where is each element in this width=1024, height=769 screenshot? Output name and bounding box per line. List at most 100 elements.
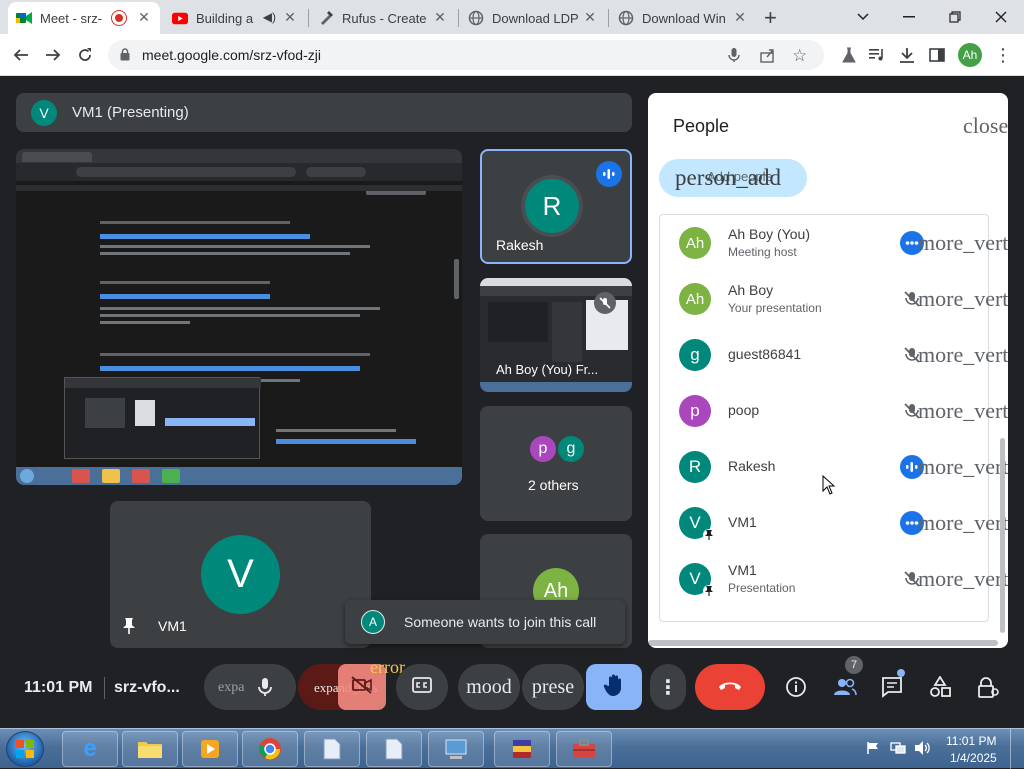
close-tab-icon[interactable]: ✕: [136, 9, 152, 26]
restore-button[interactable]: [932, 0, 978, 34]
lock-icon[interactable]: [120, 48, 130, 66]
back-button[interactable]: [8, 42, 34, 68]
expand-icon: expa: [218, 680, 245, 695]
chat-unread-dot: [897, 669, 905, 677]
activities-icon[interactable]: [925, 672, 955, 702]
participant-tile-others[interactable]: p g 2 others: [480, 406, 632, 521]
close-window-button[interactable]: [978, 0, 1024, 34]
tab-download-win[interactable]: Download Win ✕: [610, 2, 756, 34]
windows-taskbar: e 11:01 PM 1/4/2025: [0, 728, 1024, 769]
control-panel-taskbar-button[interactable]: [428, 731, 484, 767]
close-tab-icon[interactable]: ✕: [732, 9, 748, 26]
chrome-menu-icon[interactable]: ⋮: [990, 42, 1016, 68]
mic-options-button[interactable]: expa: [204, 664, 296, 710]
more-vert-icon[interactable]: more_vert: [918, 398, 1008, 424]
raised-hand-icon: [603, 673, 625, 702]
close-tab-icon[interactable]: ✕: [582, 9, 598, 26]
shared-screen-tile[interactable]: [16, 149, 462, 485]
bookmark-star-icon[interactable]: ☆: [792, 46, 807, 66]
more-vert-icon[interactable]: more_vert: [918, 454, 1008, 480]
tab-download-ldp[interactable]: Download LDP ✕: [460, 2, 606, 34]
tab-meet[interactable]: Meet - srz- ✕: [8, 2, 160, 34]
tile-name: Ah Boy (You) Fr...: [496, 362, 599, 377]
participant-tile-vm1[interactable]: V VM1: [110, 501, 371, 648]
close-tab-icon[interactable]: ✕: [432, 9, 448, 26]
participant-name: poop: [728, 402, 760, 418]
document-taskbar-button[interactable]: [304, 731, 360, 767]
clock-time[interactable]: 11:01 PM: [946, 734, 996, 748]
more-vert-icon[interactable]: more_vert: [918, 230, 1008, 256]
mood-icon: mood: [466, 675, 512, 698]
tab-rufus[interactable]: Rufus - Create ✕: [310, 2, 456, 34]
more-vert-icon[interactable]: more_vert: [918, 286, 1008, 312]
minimize-button[interactable]: [886, 0, 932, 34]
participant-avatar: g: [679, 339, 711, 371]
winrar-taskbar-button[interactable]: [494, 731, 550, 767]
profile-avatar[interactable]: Ah: [958, 43, 982, 67]
present-button[interactable]: prese: [522, 664, 584, 710]
globe-icon: [468, 10, 484, 26]
close-tab-icon[interactable]: ✕: [282, 9, 298, 26]
media-queue-icon[interactable]: [864, 42, 890, 68]
ie-taskbar-button[interactable]: e: [62, 731, 118, 767]
participant-row[interactable]: R Rakesh more_vert: [648, 439, 1008, 495]
document-taskbar-button-2[interactable]: [366, 731, 422, 767]
add-people-button[interactable]: Add people person_add: [659, 159, 807, 197]
share-icon[interactable]: [760, 47, 776, 68]
more-vert-icon[interactable]: more_vert: [918, 510, 1008, 536]
microphone-icon[interactable]: [258, 677, 272, 702]
participant-name: VM1: [728, 562, 757, 578]
join-request-toast[interactable]: A Someone wants to join this call: [345, 600, 625, 644]
people-icon[interactable]: [830, 672, 860, 702]
new-tab-button[interactable]: +: [764, 5, 777, 31]
raise-hand-button[interactable]: [586, 664, 642, 710]
reactions-button[interactable]: mood: [458, 664, 520, 710]
meet-area: V VM1 (Presenting) R Rakesh Ah Boy (You)…: [0, 76, 1024, 728]
address-bar[interactable]: meet.google.com/srz-vfod-zji ☆: [108, 40, 824, 70]
participant-row[interactable]: V VM1 Presentation more_vert: [648, 551, 1008, 607]
participant-row[interactable]: V VM1 more_vert: [648, 495, 1008, 551]
more-vert-icon[interactable]: more_vert: [918, 342, 1008, 368]
end-call-button[interactable]: [695, 664, 765, 710]
flag-icon[interactable]: [866, 741, 880, 760]
nested-screen-preview: [64, 377, 261, 459]
tab-youtube[interactable]: Building a ◀) ✕: [164, 2, 306, 34]
participant-row[interactable]: g guest86841 more_vert: [648, 327, 1008, 383]
presenting-label: VM1 (Presenting): [72, 104, 189, 121]
reload-button[interactable]: [72, 42, 98, 68]
participant-tile-rakesh[interactable]: R Rakesh: [480, 149, 632, 264]
show-desktop-button[interactable]: [1010, 729, 1024, 769]
flask-icon[interactable]: [836, 42, 862, 68]
host-controls-icon[interactable]: [973, 672, 1003, 702]
panel-horizontal-scrollbar[interactable]: [648, 640, 998, 646]
download-icon[interactable]: [894, 42, 920, 68]
chrome-taskbar-button[interactable]: [242, 731, 298, 767]
audio-playing-icon[interactable]: ◀): [263, 10, 276, 24]
network-icon[interactable]: [890, 741, 906, 760]
more-vert-icon[interactable]: more_vert: [918, 566, 1008, 592]
pin-icon[interactable]: [122, 617, 136, 640]
close-icon[interactable]: close: [963, 113, 1008, 139]
clock-date[interactable]: 1/4/2025: [950, 751, 997, 765]
toolbox-taskbar-button[interactable]: [556, 731, 612, 767]
panel-scrollbar[interactable]: [1000, 438, 1005, 633]
participant-row[interactable]: p poop more_vert: [648, 383, 1008, 439]
start-button[interactable]: [6, 731, 44, 767]
captions-button[interactable]: [396, 664, 448, 710]
browser-toolbar: meet.google.com/srz-vfod-zji ☆ Ah ⋮: [0, 34, 1024, 76]
media-player-taskbar-button[interactable]: [182, 731, 238, 767]
microphone-icon[interactable]: [728, 47, 740, 68]
side-panel-icon[interactable]: [924, 42, 950, 68]
forward-button[interactable]: [40, 42, 66, 68]
more-options-button[interactable]: ⋮: [650, 664, 686, 710]
meeting-info-icon[interactable]: [781, 672, 811, 702]
others-avatar-g: g: [556, 434, 586, 464]
explorer-taskbar-button[interactable]: [122, 731, 178, 767]
meeting-time: 11:01 PM: [24, 679, 93, 696]
participant-tile-ahboy[interactable]: Ah Boy (You) Fr...: [480, 278, 632, 392]
participant-row[interactable]: Ah Ah Boy (You) Meeting host more_vert: [648, 215, 1008, 271]
volume-icon[interactable]: [914, 740, 930, 761]
participant-row[interactable]: Ah Ah Boy Your presentation more_vert: [648, 271, 1008, 327]
url-text: meet.google.com/srz-vfod-zji: [142, 47, 321, 63]
tab-search-icon[interactable]: [840, 0, 886, 34]
